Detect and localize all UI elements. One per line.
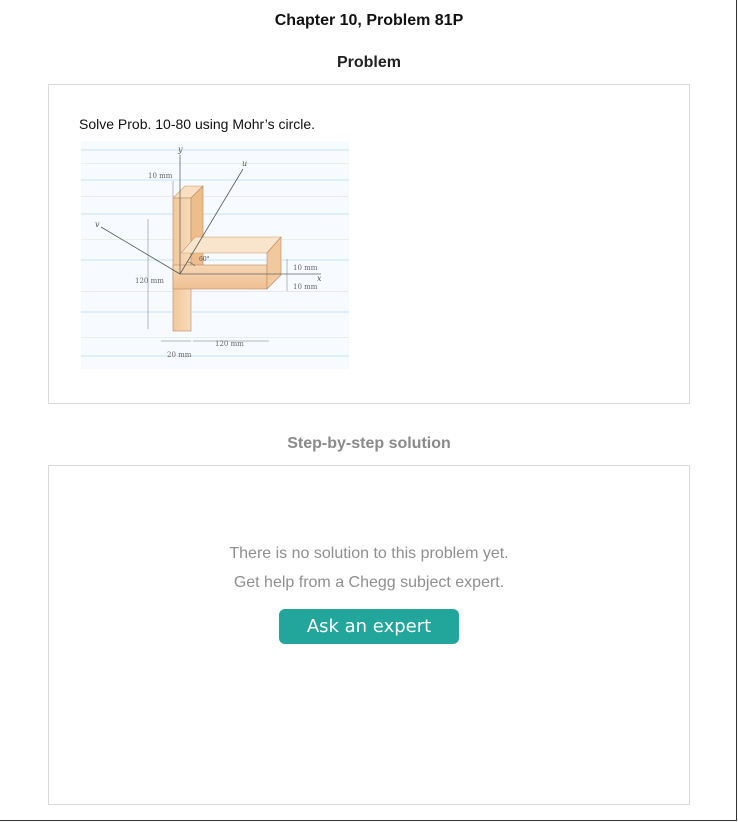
label-u: u <box>242 159 247 168</box>
label-dim-height: 120 mm <box>135 277 164 285</box>
flange-front-face <box>172 264 268 290</box>
label-dim-flange-bottom: 10 mm <box>293 283 318 291</box>
solution-heading: Step-by-step solution <box>287 435 451 452</box>
label-dim-flange-top: 10 mm <box>293 264 318 272</box>
label-dim-top-width: 10 mm <box>148 172 173 180</box>
label-dim-flange-length: 120 mm <box>215 340 244 348</box>
ask-expert-button[interactable]: Ask an expert <box>279 609 459 644</box>
expert-help-message: Get help from a Chegg subject expert. <box>233 574 505 591</box>
label-v: v <box>95 220 100 229</box>
label-x: x <box>317 274 322 283</box>
label-dim-base-width: 20 mm <box>167 351 192 359</box>
web-front-face <box>172 197 192 332</box>
problem-figure: y u v x 60° 10 mm 120 mm 10 mm 10 mm 120… <box>81 141 349 369</box>
problem-card: Solve Prob. 10-80 using Mohr’s circle. y… <box>48 84 690 404</box>
page-title: Chapter 10, Problem 81P <box>274 12 464 29</box>
label-y: y <box>177 145 183 154</box>
problem-statement: Solve Prob. 10-80 using Mohr’s circle. <box>79 116 316 132</box>
no-solution-message: There is no solution to this problem yet… <box>229 545 509 562</box>
figure-background <box>81 141 349 369</box>
problem-heading: Problem <box>336 54 401 71</box>
solution-card: There is no solution to this problem yet… <box>48 465 690 805</box>
label-angle: 60° <box>199 256 210 263</box>
flange-top-face <box>180 236 282 254</box>
